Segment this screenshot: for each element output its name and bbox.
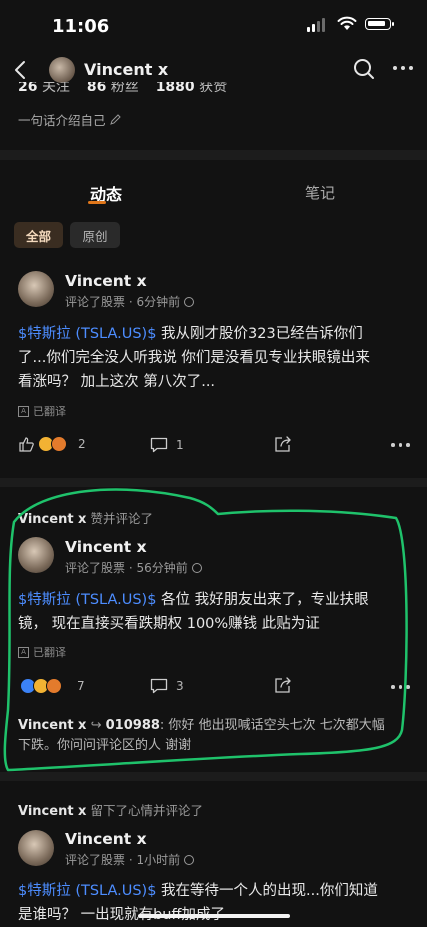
- post-author[interactable]: Vincent x: [65, 272, 147, 290]
- reaction-emojis: [38, 436, 67, 452]
- annotation-outline: [3, 488, 408, 772]
- post-author[interactable]: Vincent x: [65, 830, 147, 848]
- globe-icon: [184, 854, 195, 865]
- post-text[interactable]: $特斯拉 (TSLA.US)$ 我从刚才股价323已经告诉你们 了...你们完全…: [18, 322, 413, 394]
- translated-tag: A 已翻译: [18, 403, 66, 419]
- search-icon[interactable]: [353, 58, 375, 80]
- back-arrow-icon[interactable]: [14, 60, 26, 80]
- profile-bio[interactable]: 一句话介绍自己: [18, 110, 121, 129]
- profile-stats: 26 关注 86 粉丝 1880 获赞: [18, 82, 278, 94]
- stat-likes: 1880 获赞: [155, 82, 228, 94]
- comment-count: 1: [176, 438, 184, 452]
- post-avatar[interactable]: [18, 271, 54, 307]
- share-icon[interactable]: [274, 435, 292, 453]
- comment-button[interactable]: 1: [150, 437, 184, 453]
- bio-text: 一句话介绍自己: [18, 113, 106, 128]
- translate-icon: A: [18, 405, 29, 417]
- battery-icon: [365, 18, 394, 30]
- post-text[interactable]: $特斯拉 (TSLA.US)$ 我在等待一个人的出现...你们知道 是谁吗？ 一…: [18, 879, 413, 927]
- post-meta: 评论了股票 · 1小时前: [65, 851, 195, 868]
- reaction-button[interactable]: 2: [18, 436, 86, 452]
- nav-avatar[interactable]: [49, 57, 75, 83]
- tab-notes[interactable]: 笔记: [305, 182, 335, 203]
- more-icon[interactable]: [393, 66, 413, 70]
- tab-active-indicator: [88, 201, 106, 204]
- feed-divider: [0, 772, 427, 781]
- post-meta: 评论了股票 · 6分钟前: [65, 293, 195, 310]
- signal-icon: [307, 18, 325, 32]
- edit-pencil-icon: [109, 114, 121, 125]
- comment-icon: [150, 437, 168, 453]
- stock-ticker-link[interactable]: $特斯拉 (TSLA.US)$: [18, 326, 156, 342]
- reaction-count: 2: [78, 437, 86, 451]
- stat-followers[interactable]: 86 粉丝: [78, 82, 139, 94]
- nav-user-name[interactable]: Vincent x: [84, 60, 168, 79]
- wifi-icon: [337, 16, 357, 30]
- post-avatar[interactable]: [18, 830, 54, 866]
- filter-all-chip[interactable]: 全部: [14, 222, 63, 248]
- section-divider: [0, 150, 427, 160]
- filter-original-chip[interactable]: 原创: [70, 222, 120, 248]
- home-indicator: [138, 914, 290, 918]
- stock-ticker-link[interactable]: $特斯拉 (TSLA.US)$: [18, 883, 156, 899]
- status-time: 11:06: [52, 16, 110, 37]
- stat-following[interactable]: 26 关注: [18, 82, 70, 94]
- globe-icon: [184, 296, 195, 307]
- post-more-icon[interactable]: [391, 443, 410, 447]
- post-actor-line: Vincent x 留下了心情并评论了: [18, 803, 203, 819]
- thumbs-up-icon: [19, 437, 34, 452]
